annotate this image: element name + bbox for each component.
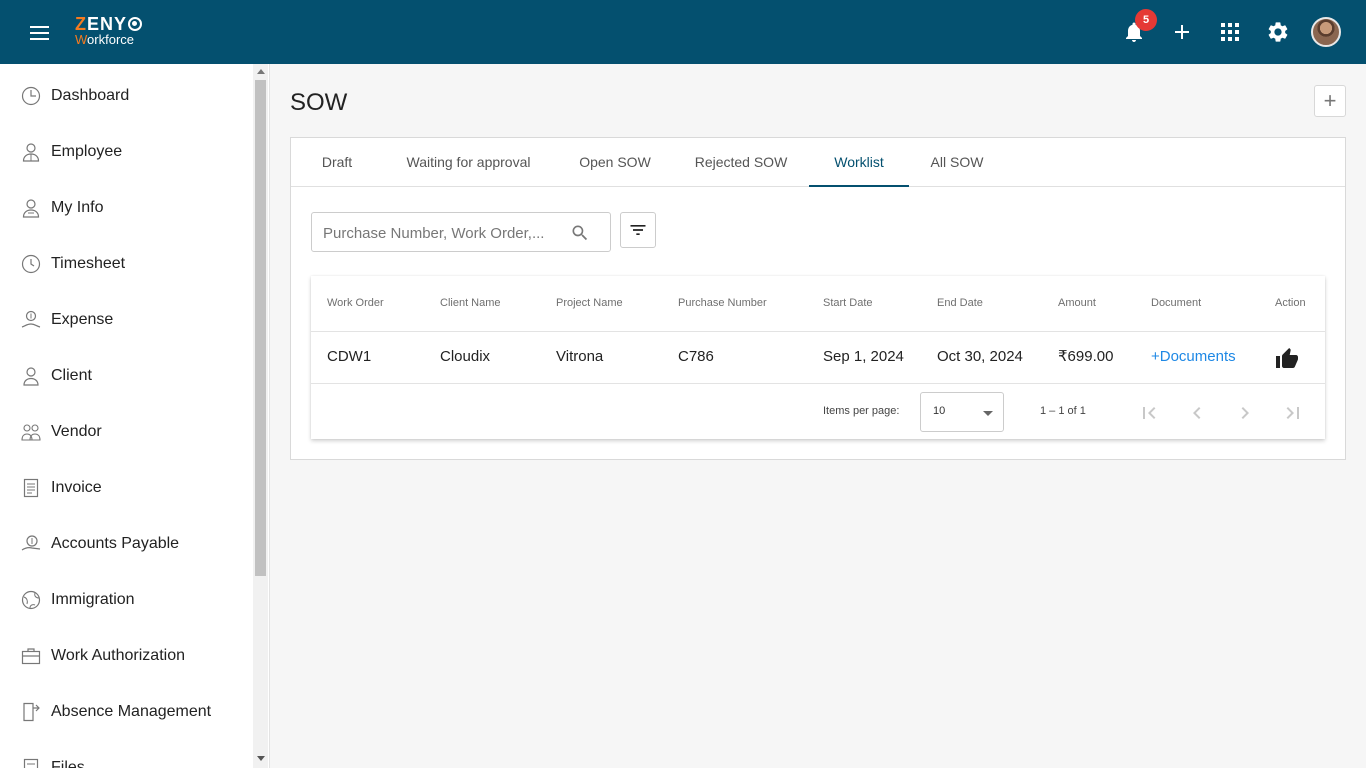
logo-text: ZENY xyxy=(75,14,128,34)
apps-grid-icon[interactable] xyxy=(1218,20,1242,44)
vendor-icon xyxy=(21,424,41,441)
sidebar-item-label: Accounts Payable xyxy=(51,535,180,552)
sidebar-item-label: Invoice xyxy=(51,479,102,496)
items-per-page-select[interactable]: 10 xyxy=(920,392,1004,432)
cell-purchase-number: C786 xyxy=(678,348,714,365)
clock-icon xyxy=(21,254,41,274)
sidebar-item-dashboard[interactable]: Dashboard xyxy=(0,68,252,124)
sidebar-item-vendor[interactable]: Vendor xyxy=(0,404,252,460)
dashboard-icon xyxy=(21,86,41,106)
column-header-document[interactable]: Document xyxy=(1151,276,1201,331)
sidebar-item-employee[interactable]: Employee xyxy=(0,124,252,180)
notification-badge: 5 xyxy=(1135,9,1157,31)
sow-card: Draft Waiting for approval Open SOW Reje… xyxy=(290,137,1346,460)
tab-waiting-for-approval[interactable]: Waiting for approval xyxy=(392,138,545,187)
tab-open-sow[interactable]: Open SOW xyxy=(568,138,662,187)
sidebar-item-immigration[interactable]: Immigration xyxy=(0,572,252,628)
column-header-action[interactable]: Action xyxy=(1275,276,1306,331)
sow-tabs: Draft Waiting for approval Open SOW Reje… xyxy=(291,138,1345,187)
sidebar-item-label: Vendor xyxy=(51,423,102,440)
documents-link[interactable]: +Documents xyxy=(1151,331,1236,383)
sidebar-item-files[interactable]: Files xyxy=(0,740,252,768)
tab-rejected-sow[interactable]: Rejected SOW xyxy=(686,138,796,187)
column-header-start-date[interactable]: Start Date xyxy=(823,276,873,331)
cell-start-date: Sep 1, 2024 xyxy=(823,348,904,365)
expense-icon xyxy=(21,310,41,328)
briefcase-icon xyxy=(21,648,41,665)
cell-client-name: Cloudix xyxy=(440,348,491,365)
logo-subtitle: Workforce xyxy=(75,32,135,47)
sidebar-scrollbar[interactable] xyxy=(253,64,268,768)
scroll-down-arrow[interactable] xyxy=(257,756,265,761)
sidebar-item-label: Work Authorization xyxy=(51,647,185,664)
sidebar-item-absence-management[interactable]: Absence Management xyxy=(0,684,252,740)
employee-icon xyxy=(22,143,40,162)
client-icon xyxy=(23,367,39,386)
first-page-icon[interactable] xyxy=(1137,401,1161,425)
logo-ring-icon xyxy=(128,17,143,31)
last-page-icon[interactable] xyxy=(1281,401,1305,425)
sidebar-item-label: Immigration xyxy=(51,591,135,608)
sidebar-item-label: Client xyxy=(51,367,92,384)
cell-amount: ₹699.00 xyxy=(1058,348,1114,365)
globe-icon xyxy=(21,590,41,610)
column-header-work-order[interactable]: Work Order xyxy=(327,276,384,331)
items-per-page-label: Items per page: xyxy=(823,405,900,417)
column-header-purchase-number[interactable]: Purchase Number xyxy=(678,276,767,331)
my-info-icon xyxy=(22,199,40,218)
filter-icon xyxy=(630,225,646,235)
sidebar-item-invoice[interactable]: Invoice xyxy=(0,460,252,516)
zenyo-logo[interactable]: ZENY Workforce xyxy=(75,14,143,47)
menu-icon[interactable] xyxy=(28,22,50,42)
previous-page-icon[interactable] xyxy=(1185,401,1209,425)
thumbs-up-icon[interactable] xyxy=(1275,347,1299,369)
next-page-icon[interactable] xyxy=(1233,401,1257,425)
cell-project-name: Vitrona xyxy=(556,348,604,365)
search-input[interactable] xyxy=(323,223,559,243)
door-icon xyxy=(23,702,40,722)
sidebar-item-label: Files xyxy=(51,759,85,768)
sidebar-item-my-info[interactable]: My Info xyxy=(0,180,252,236)
sidebar-item-label: Timesheet xyxy=(51,255,126,272)
sidebar-item-timesheet[interactable]: Timesheet xyxy=(0,236,252,292)
sidebar: Dashboard Employee My Info Timesheet Exp… xyxy=(0,64,270,768)
chevron-down-icon xyxy=(983,411,993,416)
sow-table: Work Order Client Name Project Name Purc… xyxy=(311,276,1325,439)
accounts-payable-icon xyxy=(21,535,41,551)
plus-icon[interactable] xyxy=(1170,20,1194,44)
search-icon[interactable] xyxy=(570,223,590,243)
pagination-range: 1 – 1 of 1 xyxy=(1040,405,1086,417)
top-app-bar: ZENY Workforce 5 xyxy=(0,0,1366,64)
column-header-end-date[interactable]: End Date xyxy=(937,276,983,331)
scrollbar-thumb[interactable] xyxy=(255,80,266,576)
sidebar-item-label: Expense xyxy=(51,311,114,328)
files-icon xyxy=(23,758,39,768)
search-field[interactable] xyxy=(311,212,611,252)
sidebar-item-label: Absence Management xyxy=(51,703,212,720)
tab-worklist[interactable]: Worklist xyxy=(809,138,909,187)
sidebar-item-label: My Info xyxy=(51,199,104,216)
add-sow-button[interactable]: + xyxy=(1314,85,1346,117)
tab-draft[interactable]: Draft xyxy=(306,138,368,187)
sidebar-item-label: Dashboard xyxy=(51,87,130,104)
row-divider xyxy=(311,383,1325,384)
cell-end-date: Oct 30, 2024 xyxy=(937,348,1023,365)
sidebar-item-work-authorization[interactable]: Work Authorization xyxy=(0,628,252,684)
sidebar-item-client[interactable]: Client xyxy=(0,348,252,404)
sidebar-item-label: Employee xyxy=(51,143,123,160)
items-per-page-value: 10 xyxy=(933,405,946,417)
sidebar-item-accounts-payable[interactable]: Accounts Payable xyxy=(0,516,252,572)
user-avatar[interactable] xyxy=(1311,17,1341,47)
page-title: SOW xyxy=(290,89,348,116)
cell-work-order: CDW1 xyxy=(327,348,372,365)
filter-button[interactable] xyxy=(620,212,656,248)
column-header-amount[interactable]: Amount xyxy=(1058,276,1096,331)
invoice-icon xyxy=(23,478,39,498)
scroll-up-arrow[interactable] xyxy=(257,69,265,74)
gear-icon[interactable] xyxy=(1266,20,1290,44)
column-header-project-name[interactable]: Project Name xyxy=(556,276,623,331)
tab-all-sow[interactable]: All SOW xyxy=(921,138,993,187)
sidebar-item-expense[interactable]: Expense xyxy=(0,292,252,348)
column-header-client-name[interactable]: Client Name xyxy=(440,276,501,331)
